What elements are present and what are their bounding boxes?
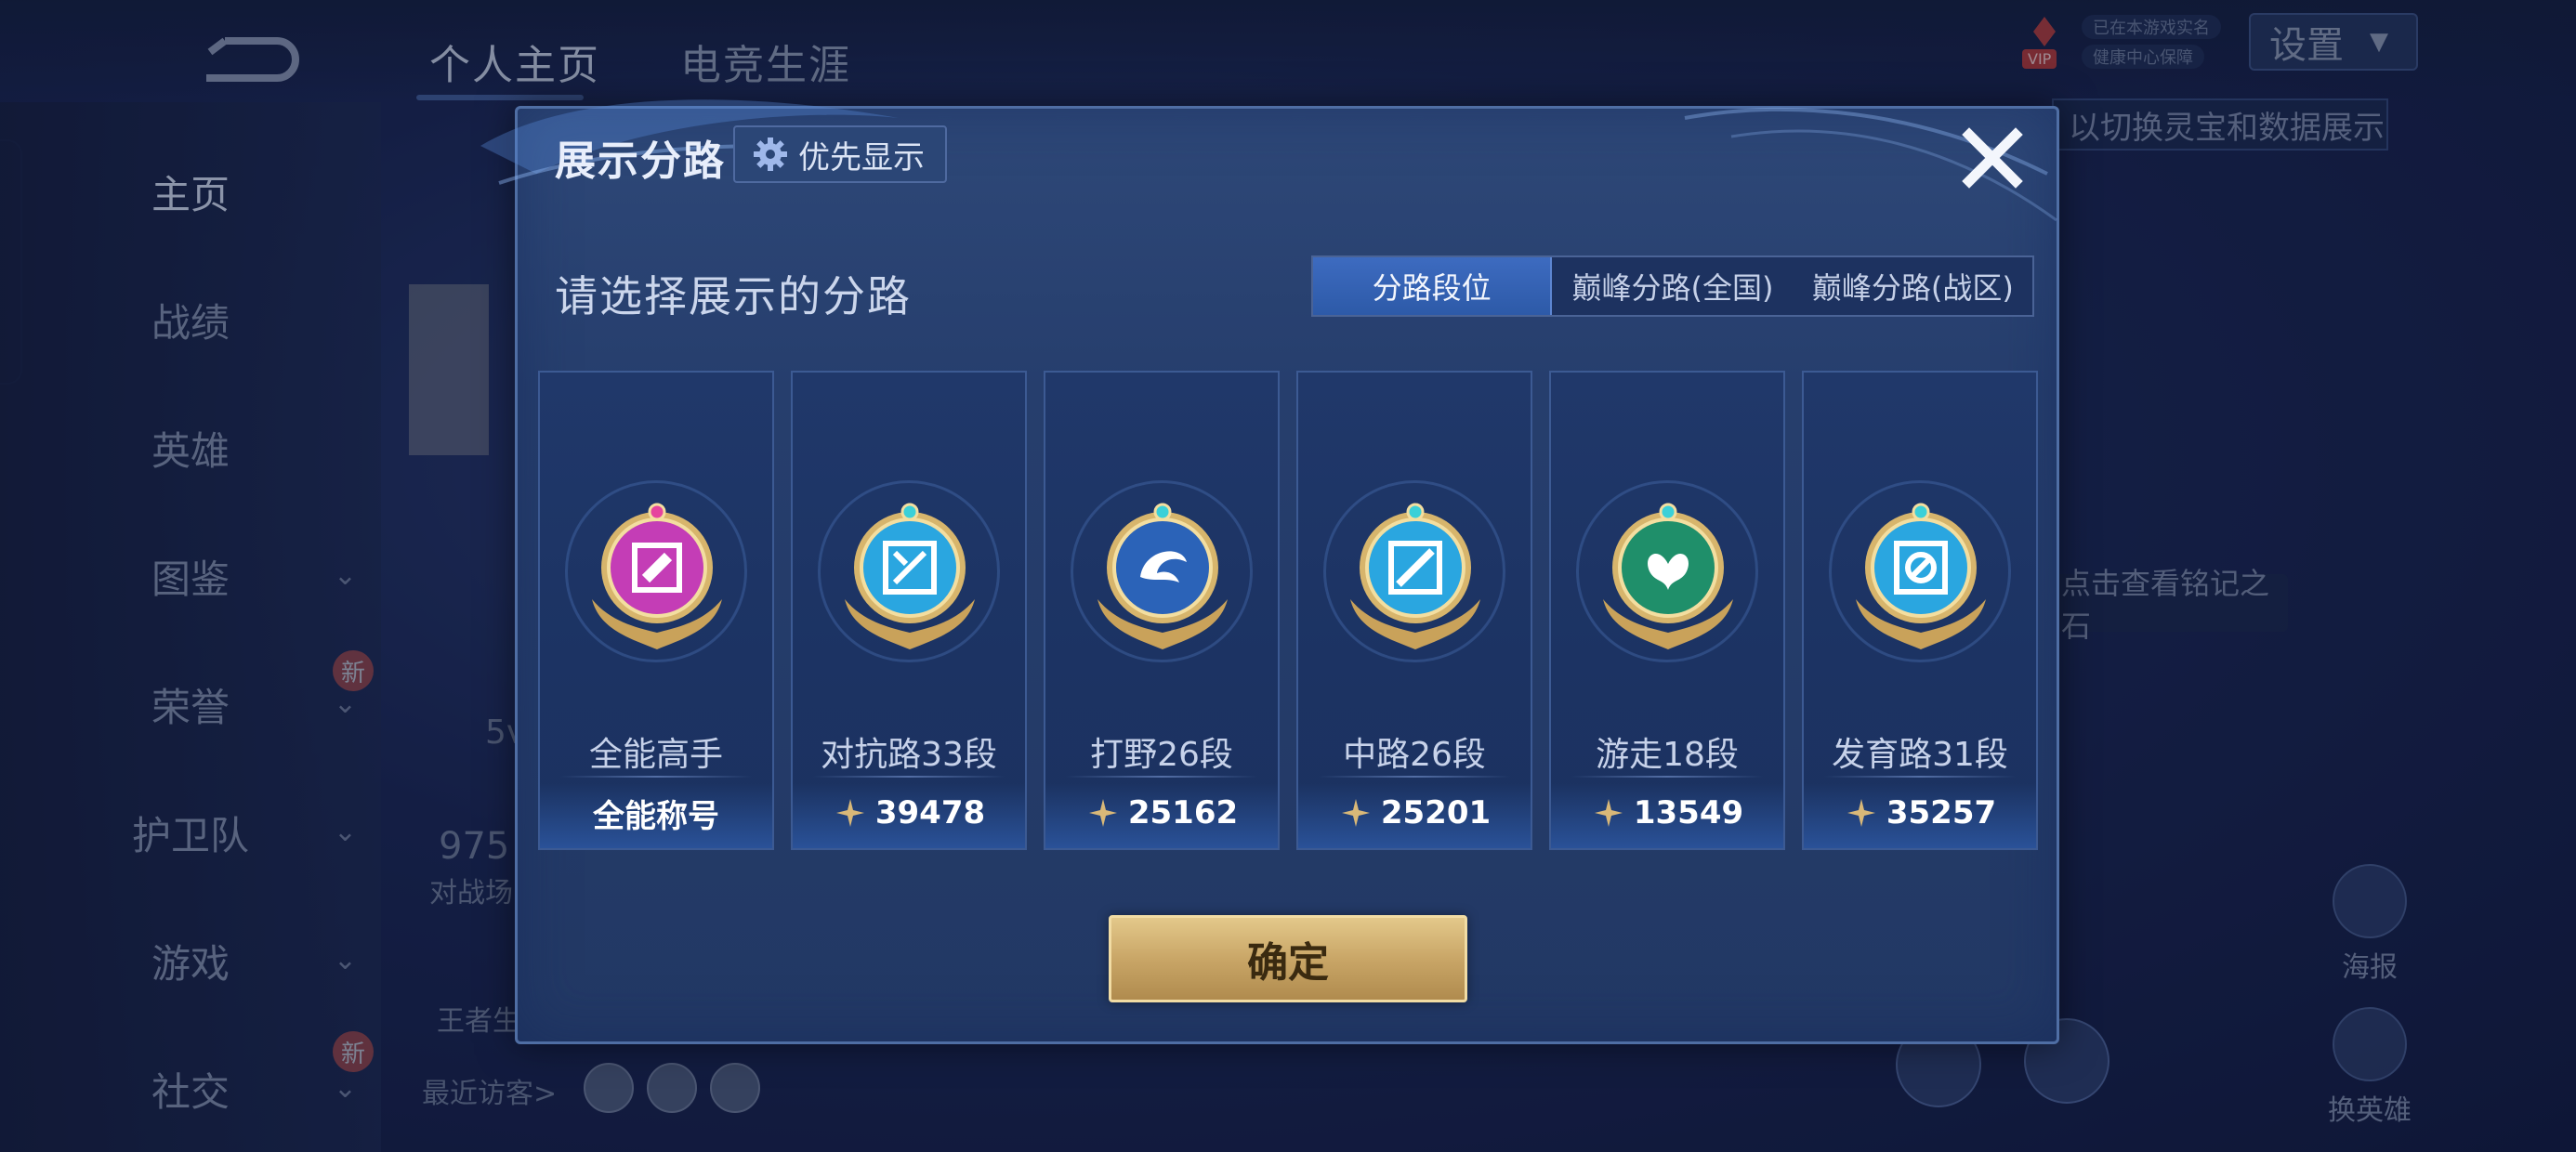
lane-card-farm-lane[interactable]: 发育路31段 35257 [1802,371,2038,850]
lane-display-dialog: 展示分路 优先显示 请选择展示的分路 分路段位 巅峰分路(全国) 巅峰分路(战区… [480,99,2059,1044]
lane-points: 25162 [1045,792,1278,833]
farm-lane-emblem-icon [1856,503,1986,649]
rank-points-icon [1341,799,1370,827]
lane-points: 35257 [1804,792,2036,833]
card-divider [1824,776,2016,778]
card-divider [1319,776,1510,778]
lane-card-clash-lane[interactable]: 对抗路33段 39478 [791,371,1027,850]
close-button[interactable] [1956,122,2029,194]
lane-rank-label: 游走18段 [1596,736,1739,774]
gear-icon [754,137,787,171]
tab-lane-rank[interactable]: 分路段位 [1313,257,1553,315]
select-lane-prompt: 请选择展示的分路 [555,271,912,321]
rank-points-icon [1847,799,1875,827]
lane-points-value: 35257 [1886,794,1997,831]
lane-points: 13549 [1551,792,1783,833]
lane-card-all-round[interactable]: 全能高手 全能称号 [538,371,774,850]
lane-rank-label: 中路26段 [1343,736,1486,774]
priority-display-label: 优先显示 [798,138,925,177]
lane-points: 39478 [793,792,1025,833]
tab-peak-lane-national[interactable]: 巅峰分路(全国) [1552,257,1793,315]
lane-points: 全能称号 [540,792,772,835]
card-divider [1571,776,1763,778]
lane-points-value: 全能称号 [593,797,719,835]
rank-points-icon [1088,799,1117,827]
lane-card-jungle[interactable]: 打野26段 25162 [1044,371,1280,850]
lane-card-mid-lane[interactable]: 中路26段 25201 [1296,371,1532,850]
lane-rank-label: 对抗路33段 [821,736,997,774]
card-divider [1066,776,1257,778]
roam-emblem-icon [1603,503,1733,649]
clash-lane-emblem-icon [845,503,975,649]
lane-rank-label: 发育路31段 [1832,736,2008,774]
lane-rank-label: 全能高手 [588,736,723,774]
lane-points: 25201 [1298,792,1531,833]
card-divider [560,776,752,778]
confirm-button[interactable]: 确定 [1109,915,1467,1002]
tab-peak-lane-region[interactable]: 巅峰分路(战区) [1794,257,2032,315]
lane-rank-label: 打野26段 [1090,736,1233,774]
close-icon [1962,127,2023,189]
dialog-title: 展示分路 [555,137,726,185]
lane-points-value: 25162 [1127,794,1239,831]
lane-points-value: 25201 [1380,794,1492,831]
lane-points-value: 13549 [1633,794,1744,831]
lane-points-value: 39478 [874,794,986,831]
rank-points-icon [835,799,864,827]
ranking-type-tabs: 分路段位 巅峰分路(全国) 巅峰分路(战区) [1311,255,2034,317]
priority-display-button[interactable]: 优先显示 [733,125,947,183]
jungle-emblem-icon [1097,503,1228,649]
all-round-emblem-icon [592,503,722,649]
card-divider [813,776,1005,778]
lane-card-roam[interactable]: 游走18段 13549 [1549,371,1785,850]
rank-points-icon [1594,799,1623,827]
mid-lane-emblem-icon [1350,503,1480,649]
